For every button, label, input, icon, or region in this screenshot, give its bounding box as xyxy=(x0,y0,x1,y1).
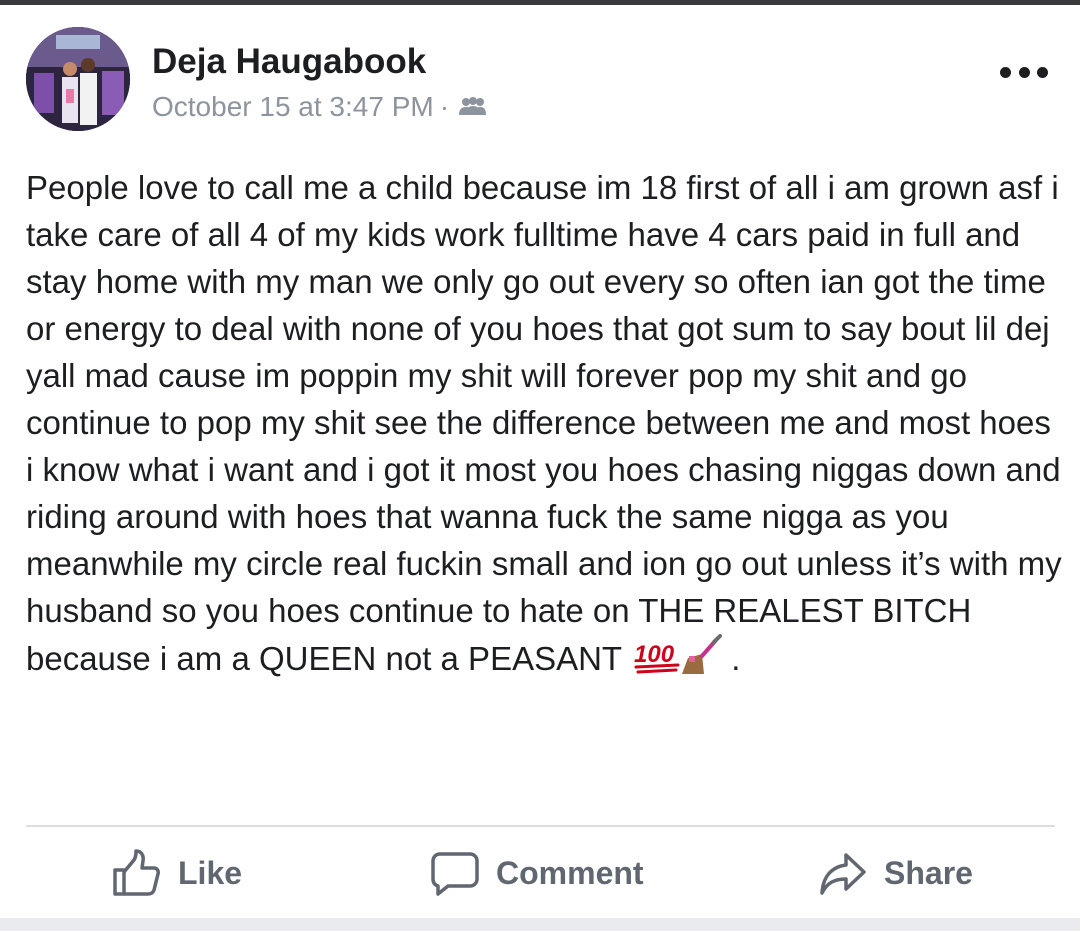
more-dot xyxy=(1037,66,1048,78)
action-bar: Like Comment Share xyxy=(0,835,1080,915)
comment-bubble-icon xyxy=(431,852,479,896)
share-label: Share xyxy=(884,854,973,891)
like-button[interactable]: Like xyxy=(112,835,242,911)
post-text: People love to call me a child because i… xyxy=(26,169,1062,677)
more-dot xyxy=(1018,66,1030,78)
avatar-photo xyxy=(26,27,130,131)
author-name[interactable]: Deja Haugabook xyxy=(152,42,426,82)
nail-polish-emoji xyxy=(682,634,723,674)
emoji-group: 100 xyxy=(634,634,723,674)
comment-label: Comment xyxy=(496,854,644,891)
like-label: Like xyxy=(178,854,243,891)
thumbs-up-icon xyxy=(113,849,160,896)
post-timestamp[interactable]: October 15 at 3:47 PM xyxy=(152,91,434,123)
friends-icon[interactable] xyxy=(457,96,487,118)
more-options-icon[interactable] xyxy=(1000,62,1048,82)
post-text-end: . xyxy=(731,640,741,677)
share-arrow-icon xyxy=(820,853,866,895)
author-avatar[interactable] xyxy=(26,27,130,131)
more-dot xyxy=(1000,66,1011,78)
post-emojis: 100 xyxy=(632,634,723,690)
meta-separator: · xyxy=(439,91,450,122)
post-meta: October 15 at 3:47 PM · xyxy=(152,88,487,126)
comment-button[interactable]: Comment xyxy=(430,835,644,911)
share-button[interactable]: Share xyxy=(818,835,973,911)
bottom-separator xyxy=(0,918,1080,931)
post-body: People love to call me a child because i… xyxy=(26,164,1066,690)
actions-divider xyxy=(26,825,1055,827)
hundred-points-emoji: 100 xyxy=(634,641,680,674)
top-edge-bar xyxy=(0,0,1080,5)
